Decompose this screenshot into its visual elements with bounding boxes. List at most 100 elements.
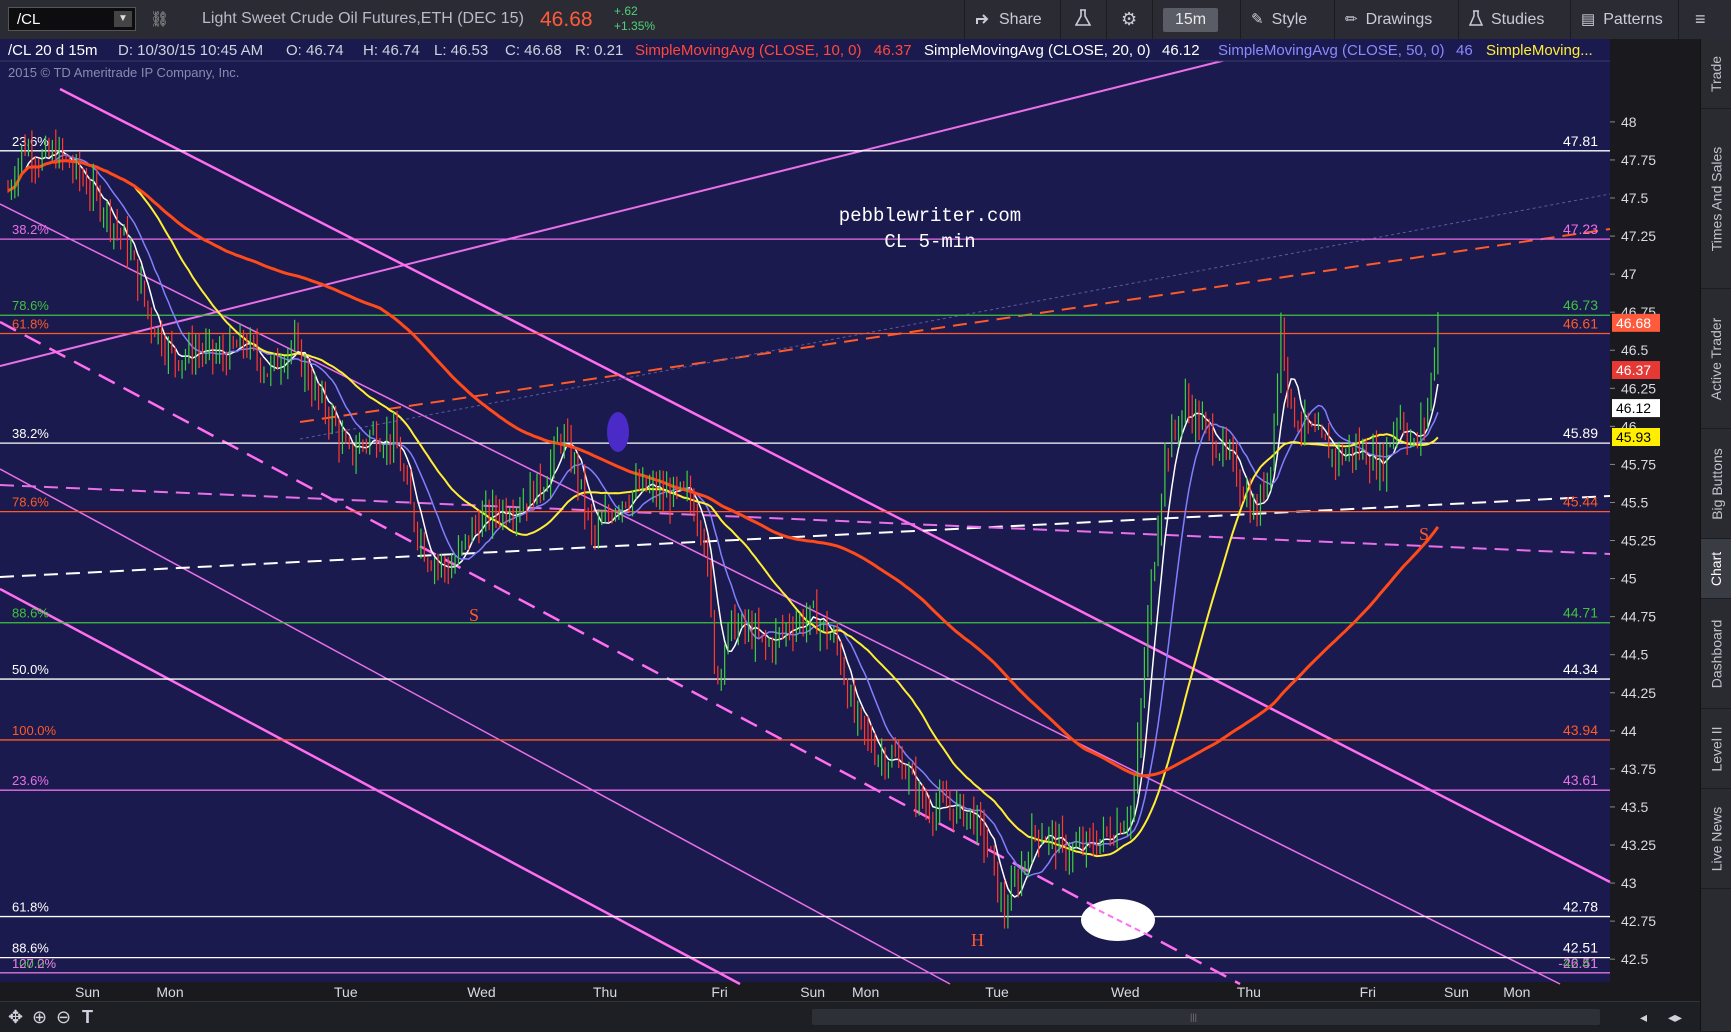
studies-button[interactable]: Studies bbox=[1458, 0, 1570, 39]
toolbar: /CL ▼ ⛓ Light Sweet Crude Oil Futures,ET… bbox=[0, 0, 1731, 40]
sma20-value: 46.12 bbox=[1162, 42, 1200, 59]
drawings-button[interactable]: ✏ Drawings bbox=[1334, 0, 1458, 39]
fib-left-label: 127.2% bbox=[12, 956, 57, 971]
y-tick-label: 45.25 bbox=[1621, 533, 1656, 549]
style-label: Style bbox=[1271, 11, 1308, 28]
header-close: C: 46.68 bbox=[505, 42, 562, 59]
change-percent: +1.35% bbox=[614, 19, 656, 33]
scroll-left-icon[interactable]: ◂ bbox=[1640, 1009, 1647, 1026]
x-axis-label: Mon bbox=[852, 984, 879, 1000]
tab-live-news[interactable]: Live News bbox=[1701, 789, 1731, 889]
fib-left-label: 88.6% bbox=[12, 606, 49, 621]
fib-right-label: 42.51 bbox=[1563, 940, 1598, 956]
fib-left-label: 88.6% bbox=[12, 941, 49, 956]
symbol-text: /CL bbox=[17, 11, 41, 28]
instrument-description: Light Sweet Crude Oil Futures,ETH (DEC 1… bbox=[202, 10, 524, 27]
tab-trade[interactable]: Trade bbox=[1701, 39, 1731, 109]
tab-active-trader[interactable]: Active Trader bbox=[1701, 289, 1731, 429]
sma-more: SimpleMoving... bbox=[1486, 42, 1593, 59]
gear-icon: ⚙ bbox=[1121, 9, 1138, 29]
header-high: H: 46.74 bbox=[363, 42, 420, 59]
y-tick-label: 46.25 bbox=[1621, 380, 1656, 396]
sma20-label: SimpleMovingAvg (CLOSE, 20, 0) bbox=[924, 42, 1151, 59]
fib-left-label: 38.2% bbox=[12, 426, 49, 441]
timeframe-selector[interactable]: 15m bbox=[1152, 0, 1240, 39]
fib-right-label: 46.61 bbox=[1563, 315, 1598, 331]
y-tick-label: 43.25 bbox=[1621, 837, 1656, 853]
tab-level-ii[interactable]: Level II bbox=[1701, 709, 1731, 789]
x-axis-label: Tue bbox=[985, 984, 1009, 1000]
y-tick-label: 42.5 bbox=[1621, 951, 1648, 967]
watermark-line1: pebblewriter.com bbox=[839, 205, 1021, 227]
y-tick-label: 45.5 bbox=[1621, 494, 1648, 510]
bottom-bar: ✥ ⊕ ⊖ T ||| ◂ ◂▸ bbox=[0, 1001, 1700, 1032]
y-tick-label: 43 bbox=[1621, 875, 1637, 891]
symbol-input[interactable]: /CL ▼ bbox=[8, 7, 136, 31]
header-open: O: 46.74 bbox=[286, 42, 344, 59]
flask-button[interactable] bbox=[1060, 0, 1106, 39]
header-date: D: 10/30/15 10:45 AM bbox=[118, 42, 263, 59]
y-tick-label: 43.75 bbox=[1621, 761, 1656, 777]
time-scrollbar[interactable]: ||| bbox=[812, 1009, 1600, 1025]
fib-right-label: 45.89 bbox=[1563, 425, 1598, 441]
scroll-grip: ||| bbox=[1190, 1012, 1198, 1022]
share-label: Share bbox=[999, 11, 1042, 28]
watermark-line2: CL 5-min bbox=[884, 231, 975, 253]
y-tick-label: 44.5 bbox=[1621, 647, 1648, 663]
fib-right-label: 47.23 bbox=[1563, 221, 1598, 237]
price-badge-label: 46.12 bbox=[1616, 400, 1651, 416]
zoom-out-icon[interactable]: ⊖ bbox=[56, 1007, 71, 1028]
fib-left-label: 78.6% bbox=[12, 495, 49, 510]
fib-right-label: 44.34 bbox=[1563, 661, 1598, 677]
link-icon[interactable]: ⛓ bbox=[150, 10, 169, 28]
style-icon: ✎ bbox=[1251, 11, 1264, 28]
drawings-label: Drawings bbox=[1365, 11, 1433, 28]
price-badge-label: 46.37 bbox=[1616, 362, 1651, 378]
price-badge-label: 46.68 bbox=[1616, 315, 1651, 331]
price-badge-label: 45.93 bbox=[1616, 429, 1651, 445]
y-tick-label: 45 bbox=[1621, 571, 1637, 587]
x-axis-label: Thu bbox=[1237, 984, 1261, 1000]
text-tool-icon[interactable]: T bbox=[82, 1007, 93, 1028]
settings-button[interactable]: ⚙ bbox=[1106, 0, 1152, 39]
expand-icon[interactable]: ◂▸ bbox=[1668, 1009, 1682, 1026]
y-tick-label: 42.75 bbox=[1621, 913, 1656, 929]
patterns-label: Patterns bbox=[1603, 11, 1663, 28]
share-icon bbox=[976, 14, 989, 24]
sma10-value: 46.37 bbox=[874, 42, 912, 59]
y-tick-label: 44.25 bbox=[1621, 685, 1656, 701]
style-button[interactable]: ✎ Style bbox=[1240, 0, 1334, 39]
y-tick-label: 47 bbox=[1621, 266, 1637, 282]
tab-dashboard[interactable]: Dashboard bbox=[1701, 599, 1731, 709]
pan-icon[interactable]: ✥ bbox=[8, 1007, 23, 1028]
menu-icon: ≡ bbox=[1695, 9, 1706, 29]
zoom-in-icon[interactable]: ⊕ bbox=[32, 1007, 47, 1028]
fib-right-label: -26.51 bbox=[1558, 955, 1598, 971]
price-chart[interactable]: 23.6% 47.81 38.2% 47.23 78.6% 46.73 61.8% 46.61… bbox=[0, 39, 1700, 1001]
share-button[interactable]: Share bbox=[964, 0, 1060, 39]
x-axis-label: Wed bbox=[467, 984, 496, 1000]
y-tick-label: 44 bbox=[1621, 723, 1637, 739]
sma50-label: SimpleMovingAvg (CLOSE, 50, 0) bbox=[1218, 42, 1445, 59]
side-panel-tabs: Trade Times And Sales Active Trader Big … bbox=[1700, 39, 1731, 1031]
y-tick-label: 43.5 bbox=[1621, 799, 1648, 815]
header-low: L: 46.53 bbox=[434, 42, 488, 59]
menu-button[interactable]: ≡ bbox=[1678, 0, 1731, 39]
studies-flask-icon bbox=[1468, 10, 1484, 26]
patterns-icon: ▤ bbox=[1581, 11, 1596, 28]
tab-chart[interactable]: Chart bbox=[1701, 539, 1731, 599]
tab-big-buttons[interactable]: Big Buttons bbox=[1701, 429, 1731, 539]
tab-times-and-sales[interactable]: Times And Sales bbox=[1701, 109, 1731, 289]
fib-left-label: 100.0% bbox=[12, 723, 57, 738]
fib-right-label: 46.73 bbox=[1563, 297, 1598, 313]
chart-area[interactable]: 23.6% 47.81 38.2% 47.23 78.6% 46.73 61.8% 46.61… bbox=[0, 39, 1700, 1013]
fib-left-label: 61.8% bbox=[12, 900, 49, 915]
x-axis-label: Tue bbox=[334, 984, 358, 1000]
studies-label: Studies bbox=[1491, 11, 1545, 28]
patterns-button[interactable]: ▤ Patterns bbox=[1570, 0, 1678, 39]
y-tick-label: 44.75 bbox=[1621, 609, 1656, 625]
header-symbol: /CL 20 d 15m bbox=[8, 42, 98, 59]
fib-left-label: 23.6% bbox=[12, 134, 49, 149]
symbol-dropdown-icon[interactable]: ▼ bbox=[114, 11, 132, 27]
fib-right-label: 45.44 bbox=[1563, 494, 1598, 510]
